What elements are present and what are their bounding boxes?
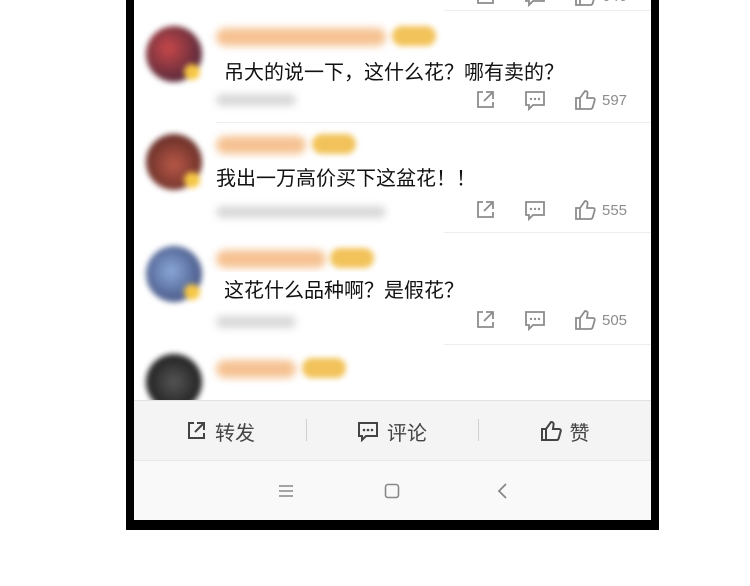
- like-icon: [575, 310, 596, 330]
- divider: [444, 232, 651, 233]
- share-icon[interactable]: [474, 0, 496, 8]
- like-label: 赞: [569, 420, 590, 445]
- comment-label: 评论: [387, 420, 427, 445]
- reply-button[interactable]: [524, 198, 546, 222]
- like-count: 505: [602, 311, 628, 329]
- home-square-icon[interactable]: [380, 479, 404, 503]
- comment-item: 吊大的说一下，这什么花？哪有卖的？ 597: [134, 18, 651, 128]
- like-icon: [575, 200, 596, 220]
- comment-actions: 597: [474, 88, 644, 112]
- partial-comment-actions: 646: [474, 0, 644, 8]
- like-button[interactable]: 555: [574, 198, 627, 222]
- comment-actions: 505: [474, 308, 644, 332]
- vip-badge: [302, 358, 346, 378]
- timestamp-blurred: [216, 206, 386, 218]
- vip-badge: [330, 248, 374, 268]
- divider: [216, 122, 651, 123]
- share-icon: [477, 311, 494, 328]
- back-chevron-icon[interactable]: [490, 479, 514, 503]
- like-button[interactable]: 505: [574, 308, 627, 332]
- verified-badge-icon: [184, 64, 200, 80]
- share-button[interactable]: [474, 88, 496, 112]
- username-blurred[interactable]: [216, 360, 296, 378]
- phone-screen: 646 吊大的说一下，这什么花？哪有卖的？ 597: [134, 0, 651, 520]
- like-count: 555: [602, 201, 628, 219]
- comment-item: 这花什么品种啊？是假花？ 505: [134, 240, 651, 350]
- vip-badge: [392, 26, 436, 46]
- like-button[interactable]: 597: [574, 88, 627, 112]
- menu-icon[interactable]: [274, 479, 298, 503]
- comment-icon: [525, 91, 545, 111]
- phone-frame: 646 吊大的说一下，这什么花？哪有卖的？ 597: [126, 0, 659, 530]
- vip-badge: [312, 134, 356, 154]
- comment-text: 这花什么品种啊？是假花？: [214, 272, 474, 308]
- system-nav-bar: [134, 460, 651, 520]
- comment-text: 吊大的说一下，这什么花？哪有卖的？: [214, 54, 574, 90]
- comment-icon: [525, 311, 545, 331]
- username-blurred[interactable]: [216, 250, 326, 268]
- comment-icon: [525, 201, 545, 221]
- reply-button[interactable]: [524, 88, 546, 112]
- like-bar-button[interactable]: 赞: [478, 401, 651, 461]
- share-icon: [188, 422, 205, 439]
- avatar[interactable]: [146, 134, 202, 190]
- like-icon: [540, 420, 562, 441]
- comment-text: 我出一万高价买下这盆花！！: [206, 160, 486, 196]
- repost-button[interactable]: 转发: [134, 401, 306, 461]
- share-button[interactable]: [474, 308, 496, 332]
- avatar[interactable]: [146, 26, 202, 82]
- comment-icon: [358, 422, 378, 442]
- comment-item: 我出一万高价买下这盆花！！ 555: [134, 128, 651, 238]
- share-icon: [477, 201, 494, 218]
- divider: [444, 344, 651, 345]
- verified-badge-icon: [184, 172, 200, 188]
- verified-badge-icon: [184, 284, 200, 300]
- share-button[interactable]: [474, 198, 496, 222]
- like-count: 646: [602, 0, 627, 5]
- username-blurred[interactable]: [216, 136, 306, 154]
- repost-label: 转发: [215, 420, 255, 445]
- comment-actions: 555: [474, 198, 644, 222]
- comment-icon[interactable]: [524, 0, 546, 8]
- avatar[interactable]: [146, 246, 202, 302]
- like-icon: [575, 90, 596, 110]
- divider: [444, 10, 651, 11]
- like-count: 597: [602, 91, 628, 109]
- reply-button[interactable]: [524, 308, 546, 332]
- comment-button[interactable]: 评论: [306, 401, 478, 461]
- like-icon: [575, 0, 595, 6]
- share-icon: [477, 91, 494, 108]
- timestamp-blurred: [216, 316, 296, 328]
- bottom-action-bar: 转发 评论 赞: [134, 400, 651, 460]
- username-blurred[interactable]: [216, 28, 386, 46]
- timestamp-blurred: [216, 94, 296, 106]
- like-button[interactable]: 646: [574, 0, 627, 8]
